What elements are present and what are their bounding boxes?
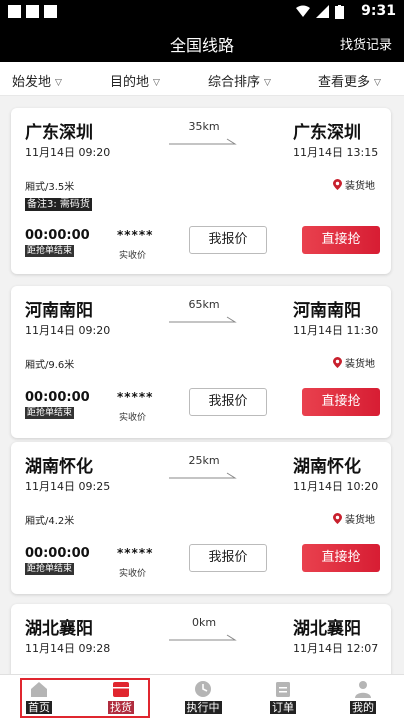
origin-city: 河南南阳 xyxy=(25,301,93,321)
route-distance: 35km xyxy=(188,120,220,133)
price-label: 实收价 xyxy=(119,413,147,423)
origin-city: 湖南怀化 xyxy=(25,457,93,477)
filter-more[interactable]: 查看更多 ▽ xyxy=(318,71,381,90)
chevron-down-icon: ▽ xyxy=(153,78,160,88)
filter-label: 查看更多 xyxy=(318,75,371,90)
destination-city: 广东深圳 xyxy=(293,123,361,143)
price-value: ***** xyxy=(117,546,154,560)
price-value: ***** xyxy=(117,228,154,242)
quote-button[interactable]: 我报价 xyxy=(189,226,267,254)
vehicle-spec: 厢式/3.5米 xyxy=(25,182,75,193)
arrival-time: 11月14日 13:15 xyxy=(293,146,379,159)
countdown-timer: 00:00:00 xyxy=(25,390,90,405)
cargo-card[interactable]: 河南南阳 11月14日 09:20 65km 河南南阳 11月14日 11:30… xyxy=(11,286,391,438)
tab-orders[interactable]: 订单 xyxy=(260,679,306,714)
arrival-time: 11月14日 10:20 xyxy=(293,480,379,493)
tab-in-progress[interactable]: 执行中 xyxy=(180,679,226,714)
filter-label: 目的地 xyxy=(110,75,150,90)
cargo-list[interactable]: 广东深圳 11月14日 09:20 35km 广东深圳 11月14日 13:15… xyxy=(0,96,404,674)
chevron-down-icon: ▽ xyxy=(374,78,381,88)
cargo-card[interactable]: 湖南怀化 11月14日 09:25 25km 湖南怀化 11月14日 10:20… xyxy=(11,442,391,594)
price-label: 实收价 xyxy=(119,569,147,579)
grab-order-button[interactable]: 直接抢 xyxy=(302,388,380,416)
location-pin-icon xyxy=(333,357,342,368)
arrival-time: 11月14日 11:30 xyxy=(293,324,379,337)
notification-icon xyxy=(26,5,39,18)
origin-city: 广东深圳 xyxy=(25,123,93,143)
vehicle-spec: 厢式/4.2米 xyxy=(25,516,75,527)
arrival-time: 11月14日 12:07 xyxy=(293,642,379,655)
route-distance: 0km xyxy=(191,616,217,629)
chevron-down-icon: ▽ xyxy=(264,78,271,88)
departure-time: 11月14日 09:28 xyxy=(25,642,111,655)
origin-city: 湖北襄阳 xyxy=(25,619,93,639)
filter-label: 始发地 xyxy=(12,75,52,90)
countdown-timer: 00:00:00 xyxy=(25,228,90,243)
route-arrow-icon xyxy=(169,138,237,145)
notification-icon xyxy=(44,5,57,18)
tab-profile[interactable]: 我的 xyxy=(340,679,386,714)
countdown-label: 距抢单结束 xyxy=(25,245,75,257)
route-arrow-icon xyxy=(169,316,237,323)
clock-time: 9:31 xyxy=(361,3,396,19)
notification-icon xyxy=(8,5,21,18)
chevron-down-icon: ▽ xyxy=(55,78,62,88)
departure-time: 11月14日 09:25 xyxy=(25,480,111,493)
quote-button[interactable]: 我报价 xyxy=(189,388,267,416)
countdown-label: 距抢单结束 xyxy=(25,407,75,419)
countdown-timer: 00:00:00 xyxy=(25,546,90,561)
loading-location[interactable]: 装货地 xyxy=(333,177,375,192)
tab-label: 订单 xyxy=(270,701,296,714)
wifi-icon xyxy=(296,5,310,17)
route-distance: 65km xyxy=(188,298,220,311)
user-icon xyxy=(355,681,371,698)
route-arrow-icon xyxy=(169,472,237,479)
system-icons xyxy=(296,5,344,19)
highlight-box xyxy=(20,678,150,718)
route-arrow-icon xyxy=(169,634,237,641)
filter-destination[interactable]: 目的地 ▽ xyxy=(110,71,160,90)
loading-location[interactable]: 装货地 xyxy=(333,511,375,526)
clock-icon xyxy=(195,681,211,697)
status-bar: 9:31 xyxy=(0,0,404,24)
departure-time: 11月14日 09:20 xyxy=(25,324,111,337)
cargo-card[interactable]: 广东深圳 11月14日 09:20 35km 广东深圳 11月14日 13:15… xyxy=(11,108,391,274)
price-label: 实收价 xyxy=(119,251,147,261)
location-pin-icon xyxy=(333,179,342,190)
tab-label: 执行中 xyxy=(184,701,222,714)
tab-label: 我的 xyxy=(350,701,376,714)
cargo-card[interactable]: 湖北襄阳 11月14日 09:28 0km 湖北襄阳 11月14日 12:07 xyxy=(11,604,391,674)
location-pin-icon xyxy=(333,513,342,524)
battery-icon xyxy=(335,5,344,19)
countdown-label: 距抢单结束 xyxy=(25,563,75,575)
loading-label: 装货地 xyxy=(345,359,375,370)
filter-label: 综合排序 xyxy=(208,75,261,90)
price-value: ***** xyxy=(117,390,154,404)
destination-city: 湖南怀化 xyxy=(293,457,361,477)
filter-bar: 始发地 ▽ 目的地 ▽ 综合排序 ▽ 查看更多 ▽ xyxy=(0,62,404,96)
route-distance: 25km xyxy=(188,454,220,467)
filter-origin[interactable]: 始发地 ▽ xyxy=(12,71,62,90)
loading-location[interactable]: 装货地 xyxy=(333,355,375,370)
app-header: 全国线路 找货记录 xyxy=(0,24,404,62)
destination-city: 河南南阳 xyxy=(293,301,361,321)
cargo-note: 备注3: 需码货 xyxy=(25,198,92,211)
destination-city: 湖北襄阳 xyxy=(293,619,361,639)
clipboard-icon xyxy=(276,682,290,697)
cargo-history-link[interactable]: 找货记录 xyxy=(340,34,392,53)
grab-order-button[interactable]: 直接抢 xyxy=(302,226,380,254)
quote-button[interactable]: 我报价 xyxy=(189,544,267,572)
departure-time: 11月14日 09:20 xyxy=(25,146,111,159)
grab-order-button[interactable]: 直接抢 xyxy=(302,544,380,572)
signal-icon xyxy=(316,5,329,18)
loading-label: 装货地 xyxy=(345,181,375,192)
filter-sort[interactable]: 综合排序 ▽ xyxy=(208,71,271,90)
vehicle-spec: 厢式/9.6米 xyxy=(25,360,75,371)
loading-label: 装货地 xyxy=(345,515,375,526)
